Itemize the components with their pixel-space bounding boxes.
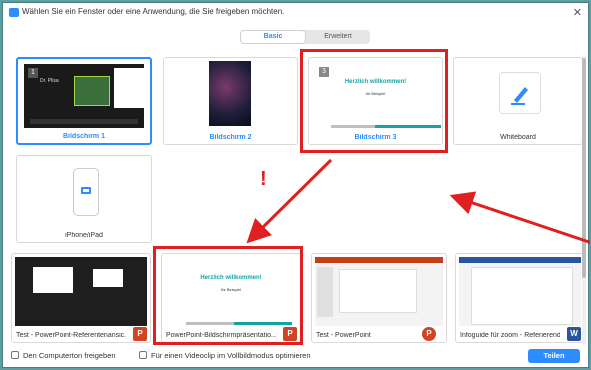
computer-audio-label: Den Computerton freigeben [23,351,116,360]
arrow-to-whiteboard [449,191,590,244]
video-clip-label: Für einen Videoclip im Vollbildmodus opt… [151,351,311,360]
computer-audio-checkbox[interactable] [11,351,19,359]
arrow-to-slideshow [246,158,333,244]
video-clip-checkbox[interactable] [139,351,147,359]
annotation-arrows [246,158,590,244]
share-button[interactable]: Teilen [528,349,580,363]
share-screen-dialog: Wählen Sie ein Fenster oder eine Anwendu… [2,2,590,368]
footer: Den Computerton freigeben Für einen Vide… [3,345,588,367]
